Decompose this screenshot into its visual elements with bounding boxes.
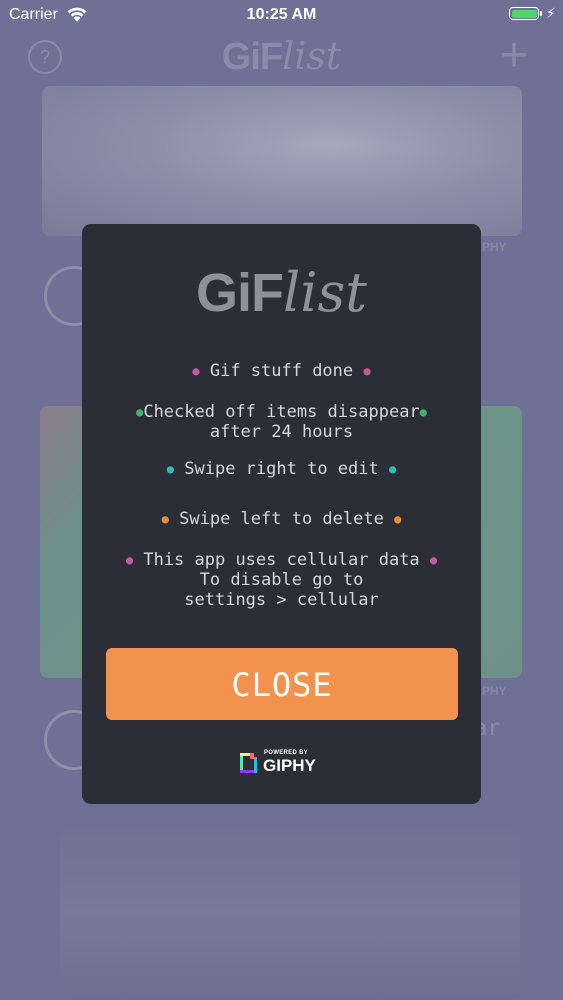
tip-text: Swipe right to edit [184,459,379,479]
add-button[interactable]: + [500,28,528,84]
gif-preview [60,830,520,1000]
modal-logo-list: list [283,261,367,324]
bullet-dot-icon: ● [125,553,134,567]
powered-by-giphy[interactable]: POWERED BY GIPHY [238,750,326,776]
battery-icon [509,7,539,20]
modal-logo: GiFlist [82,258,481,328]
gif-preview [42,86,522,236]
bullet-dot-icon: ● [388,462,397,476]
bullet-dot-icon: ● [166,462,175,476]
help-modal: GiFlist ● Gif stuff done ● ●Checked off … [82,224,481,804]
tip-gif-stuff-done: ● Gif stuff done ● [82,361,481,381]
status-bar: Carrier 10:25 AM ⚡︎ [0,0,563,30]
tip-swipe-right: ● Swipe right to edit ● [82,459,481,479]
tip-checked-off: ●Checked off items disappear● after 24 h… [82,402,481,442]
battery-tip [540,11,542,16]
giphy-label: GIPHY [263,756,316,775]
nav-logo-list: list [282,34,342,78]
giphy-logo-icon [238,750,260,780]
tip-text: Checked off items disappear [143,402,420,422]
tip-text: Swipe left to delete [179,509,384,529]
tip-text: after 24 hours [209,422,354,442]
bullet-dot-icon: ● [429,553,438,567]
charging-bolt-icon: ⚡︎ [546,5,556,21]
close-button[interactable]: CLOSE [106,648,458,720]
bullet-dot-icon: ● [419,405,427,419]
tip-text: This app uses cellular data [143,550,420,570]
tip-text: settings > cellular [184,590,379,610]
bullet-dot-icon: ● [363,364,371,378]
status-time: 10:25 AM [246,6,317,23]
tip-cellular-data: ● This app uses cellular data ● To disab… [82,550,481,610]
nav-logo-gif: GiF [221,36,283,78]
tip-text: Gif stuff done [209,361,354,381]
bullet-dot-icon: ● [161,512,169,526]
giphy-tag: PHY [482,240,507,254]
bullet-dot-icon: ● [192,364,200,378]
giphy-tag: PHY [482,684,507,698]
nav-logo: GiFlist [0,34,563,79]
modal-logo-gif: GiF [196,263,284,323]
tip-text: To disable go to [199,570,364,590]
bullet-dot-icon: ● [394,512,402,526]
tip-swipe-left: ● Swipe left to delete ● [82,509,481,529]
